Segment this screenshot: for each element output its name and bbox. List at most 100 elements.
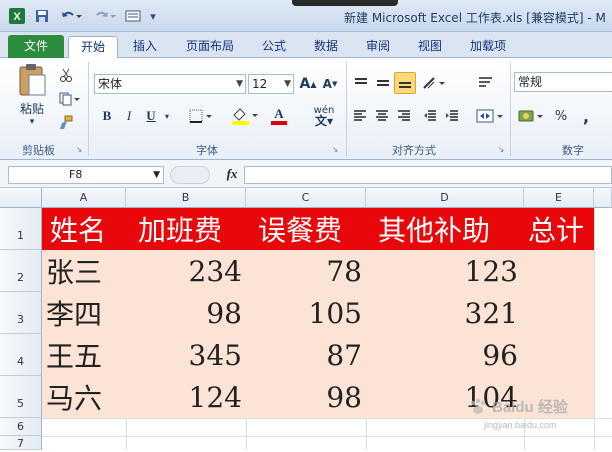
align-left-icon[interactable] [350,106,370,126]
row-header-5[interactable]: 5 [0,376,42,418]
cell-a4[interactable]: 王五 [46,334,102,376]
align-middle-icon[interactable] [372,72,394,94]
text-orientation-icon[interactable] [420,72,450,94]
row-header-4[interactable]: 4 [0,334,42,376]
undo-icon[interactable] [56,7,86,25]
excel-app-icon[interactable]: X [6,7,28,25]
tab-file[interactable]: 文件 [8,35,64,58]
tab-review[interactable]: 审阅 [356,36,400,58]
cell-c2[interactable]: 78 [246,250,362,292]
window-drag-handle[interactable] [292,0,398,6]
cell-b3[interactable]: 98 [126,292,242,334]
gridline [42,436,612,437]
tab-data[interactable]: 数据 [304,36,348,58]
customize-toolbar-icon[interactable]: ▾ [146,7,160,25]
header-cell-other[interactable]: 其他补助 [378,208,490,250]
formula-input[interactable] [244,166,612,184]
bold-button[interactable]: B [98,106,116,126]
paste-icon[interactable] [10,62,54,100]
align-bottom-icon[interactable] [394,72,416,94]
select-all-corner[interactable] [0,188,42,208]
cell-d4[interactable]: 96 [366,334,518,376]
row-header-2[interactable]: 2 [0,250,42,292]
italic-button[interactable]: I [120,106,138,126]
formula-bar: F8 ▼ fx [0,160,612,188]
paste-button-label[interactable]: 粘贴 [10,100,54,116]
merge-center-icon[interactable] [474,106,508,126]
cell-b4[interactable]: 345 [126,334,242,376]
column-header-b[interactable]: B [126,188,246,208]
shrink-font-icon[interactable]: A ▼ [320,74,340,94]
header-cell-overtime[interactable]: 加班费 [138,208,222,250]
row-header-7[interactable]: 7 [0,436,42,450]
font-name-select[interactable]: 宋体 ▼ [94,74,246,94]
cell-a3[interactable]: 李四 [46,292,102,334]
phonetic-guide-icon[interactable]: wén 文▾ [306,102,342,130]
alignment-group-label: 对齐方式 [392,144,436,157]
column-header-c[interactable]: C [246,188,366,208]
cell-d2[interactable]: 123 [366,250,518,292]
number-format-select[interactable]: 常规 [514,72,612,92]
insert-function-icon[interactable]: fx [222,166,242,184]
font-launcher-icon[interactable]: ↘ [330,144,340,154]
alignment-launcher-icon[interactable]: ↘ [496,144,506,154]
formula-bar-splitter[interactable] [170,166,210,184]
align-top-icon[interactable] [350,72,372,94]
copy-icon[interactable] [56,90,84,108]
cell-c4[interactable]: 87 [246,334,362,376]
watermark: Baidu 经验 [468,396,568,417]
tab-home[interactable]: 开始 [68,36,118,58]
accounting-format-icon[interactable] [516,106,550,126]
chevron-down-icon: ▼ [236,79,243,89]
header-cell-name[interactable]: 姓名 [50,208,106,250]
header-cell-total[interactable]: 总计 [528,208,584,250]
divider [88,62,89,156]
tab-add-ins[interactable]: 加载项 [460,36,516,58]
borders-icon[interactable] [186,106,216,126]
cell-d3[interactable]: 321 [366,292,518,334]
worksheet-grid[interactable]: A B C D E 1 2 3 4 5 6 7 姓名 加班费 误餐费 其他补助 … [0,188,612,450]
header-cell-meal[interactable]: 误餐费 [258,208,342,250]
column-header-f[interactable] [594,188,612,208]
column-header-a[interactable]: A [42,188,126,208]
comma-style-icon[interactable]: , [574,106,598,126]
font-size-select[interactable]: 12 ▼ [248,74,294,94]
chevron-down-icon[interactable]: ▾ [162,106,172,126]
clipboard-launcher-icon[interactable]: ↘ [74,144,84,154]
tab-insert[interactable]: 插入 [122,36,168,58]
format-painter-icon[interactable] [56,114,76,132]
cut-icon[interactable] [56,66,76,84]
ribbon-tabs: 文件 开始 插入 页面布局 公式 数据 审阅 视图 加载项 [0,32,612,58]
grow-font-icon[interactable]: A ▲ [298,74,318,94]
underline-button[interactable]: U [142,106,160,126]
tab-view[interactable]: 视图 [408,36,452,58]
font-color-icon[interactable]: A [264,104,294,128]
cell-a5[interactable]: 马六 [46,376,102,418]
chevron-down-icon[interactable]: ▼ [153,167,160,183]
quick-access-form-icon[interactable] [122,7,144,25]
cell-c3[interactable]: 105 [246,292,362,334]
column-header-d[interactable]: D [366,188,524,208]
redo-icon[interactable] [90,7,120,25]
clipboard-group-label: 剪贴板 [22,144,55,157]
row-header-1[interactable]: 1 [0,208,42,250]
tab-formulas[interactable]: 公式 [252,36,296,58]
tab-page-layout[interactable]: 页面布局 [176,36,244,58]
paste-dropdown-icon[interactable]: ▾ [22,116,42,128]
percent-button[interactable]: % [552,106,570,126]
name-box[interactable]: F8 ▼ [8,166,164,184]
cell-c5[interactable]: 98 [246,376,362,418]
column-header-e[interactable]: E [524,188,594,208]
row-header-6[interactable]: 6 [0,418,42,436]
increase-indent-icon[interactable] [442,106,462,126]
decrease-indent-icon[interactable] [420,106,440,126]
align-right-icon[interactable] [394,106,414,126]
row-header-3[interactable]: 3 [0,292,42,334]
save-icon[interactable] [32,7,52,25]
cell-b5[interactable]: 124 [126,376,242,418]
wrap-text-icon[interactable] [474,72,498,94]
align-center-icon[interactable] [372,106,392,126]
fill-color-icon[interactable] [228,104,262,128]
cell-a2[interactable]: 张三 [46,250,102,292]
cell-b2[interactable]: 234 [126,250,242,292]
